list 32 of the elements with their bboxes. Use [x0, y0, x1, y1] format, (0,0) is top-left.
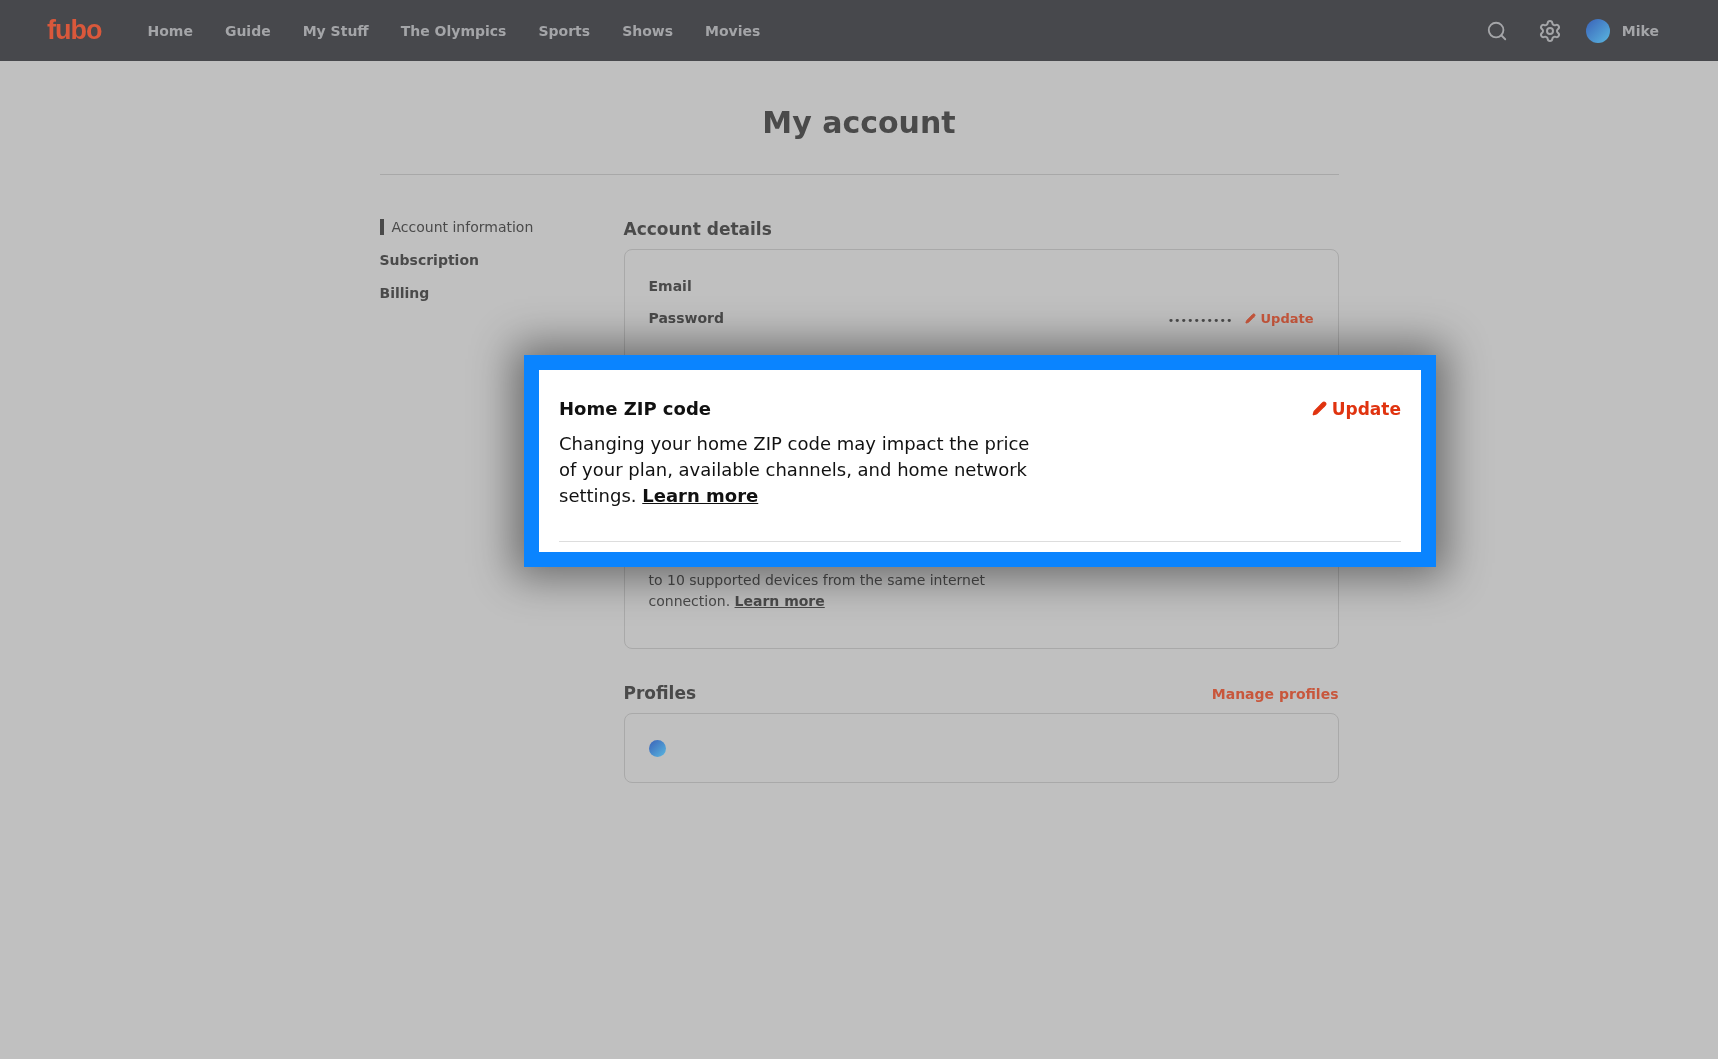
avatar-icon	[1585, 18, 1610, 43]
nav-link[interactable]: Movies	[705, 22, 761, 39]
nav-link[interactable]: Shows	[622, 22, 674, 39]
learn-more-link[interactable]: Learn more	[734, 593, 825, 609]
field-label: Password	[648, 310, 724, 326]
field-label: Email	[648, 278, 692, 294]
zip-description: Changing your home ZIP code may impact the price of your plan, available channels, and home network settings. Learn more	[559, 432, 1031, 508]
settings-icon[interactable]	[1537, 18, 1562, 43]
zip-title: Home ZIP code	[559, 398, 711, 419]
nav-link[interactable]: Guide	[224, 22, 271, 39]
sidebar-item[interactable]: Account information	[379, 219, 624, 235]
page-title: My account	[379, 61, 1339, 175]
masked-password: ••••••••••	[1167, 313, 1233, 327]
update-link[interactable]: Update	[1311, 398, 1401, 419]
nav-link[interactable]: My Stuff	[302, 22, 369, 39]
nav-link[interactable]: The Olympics	[400, 22, 507, 39]
user-menu[interactable]: Mike	[1585, 18, 1659, 43]
nav-link[interactable]: Sports	[538, 22, 591, 39]
pencil-icon	[1311, 401, 1327, 416]
search-icon[interactable]	[1485, 19, 1508, 42]
section-heading: Profiles	[623, 683, 697, 703]
section-heading: Account details	[623, 219, 773, 239]
logo[interactable]: fubo	[47, 15, 102, 46]
profile-avatar-icon[interactable]	[648, 739, 666, 757]
pencil-icon	[1244, 312, 1256, 324]
learn-more-link[interactable]: Learn more	[642, 485, 759, 506]
nav-link[interactable]: Home	[147, 22, 193, 39]
sidebar-item[interactable]: Billing	[379, 285, 624, 301]
home-network-text: to 10 supported devices from the same internet connection. Learn more	[648, 571, 987, 611]
manage-profiles-link[interactable]: Manage profiles	[1211, 686, 1339, 702]
update-link[interactable]: Update	[1244, 310, 1314, 326]
sidebar-item[interactable]: Subscription	[379, 252, 624, 268]
